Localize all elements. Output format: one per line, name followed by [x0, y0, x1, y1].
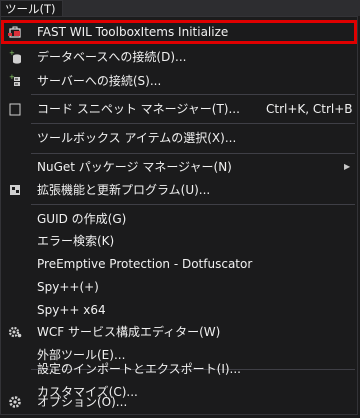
menu-item-label: WCF サービス構成エディター(W)	[37, 325, 221, 339]
menu-item-nuget-package-manager[interactable]: NuGet パッケージ マネージャー(N) ▶	[1, 155, 357, 179]
submenu-arrow-icon: ▶	[344, 162, 351, 171]
menu-item-extensions-updates[interactable]: 拡張機能と更新プログラム(U)...	[1, 178, 357, 202]
menu-item-spy-plus-plus[interactable]: Spy++(+)	[1, 275, 357, 299]
menu-item-import-export-settings[interactable]: 設定のインポートとエクスポート(I)...	[1, 357, 357, 381]
menu-item-spy-plus-plus-x64[interactable]: Spy++ x64	[1, 298, 357, 322]
menu-item-label: FAST WIL ToolboxItems Initialize	[37, 25, 229, 39]
menu-item-error-lookup[interactable]: エラー検索(K)	[1, 229, 357, 253]
menu-separator	[31, 94, 355, 95]
menu-separator	[31, 153, 355, 154]
menu-separator	[31, 204, 355, 205]
snippet-icon	[7, 101, 23, 117]
menu-item-label: Spy++ x64	[37, 303, 106, 317]
menu-item-label: サーバーへの接続(S)...	[37, 74, 162, 88]
menu-item-choose-toolbox-items[interactable]: ツールボックス アイテムの選択(X)...	[1, 126, 357, 150]
server-connect-icon: +	[7, 73, 23, 89]
menu-separator	[31, 123, 355, 124]
menu-item-label: Spy++(+)	[37, 280, 99, 294]
menu-item-code-snippets-manager[interactable]: コード スニペット マネージャー(T)... Ctrl+K, Ctrl+B	[1, 97, 357, 121]
menu-item-label: 拡張機能と更新プログラム(U)...	[37, 183, 211, 197]
menu-item-wcf-config-editor[interactable]: WCF サービス構成エディター(W)	[1, 320, 357, 344]
extensions-icon	[7, 182, 23, 198]
menu-item-create-guid[interactable]: GUID の作成(G)	[1, 207, 357, 231]
menu-item-fast-wil-initialize[interactable]: FAST WIL ToolboxItems Initialize	[1, 20, 357, 44]
menu-item-label: オプション(O)...	[37, 395, 128, 409]
tools-menu[interactable]: ツール(T)	[0, 0, 63, 16]
options-gear-icon	[7, 394, 23, 410]
menu-item-label: NuGet パッケージ マネージャー(N)	[37, 160, 232, 174]
menu-item-label: GUID の作成(G)	[37, 212, 127, 226]
toolbox-plugin-icon	[7, 24, 23, 40]
tools-dropdown: FAST WIL ToolboxItems Initialize + データベー…	[0, 16, 358, 415]
menu-item-connect-server[interactable]: + サーバーへの接続(S)...	[1, 69, 357, 93]
menu-item-label: データベースへの接続(D)...	[37, 50, 187, 64]
menu-item-connect-database[interactable]: + データベースへの接続(D)...	[1, 45, 357, 69]
menu-item-label: エラー検索(K)	[37, 234, 115, 248]
database-connect-icon: +	[7, 49, 23, 65]
menu-item-label: 設定のインポートとエクスポート(I)...	[37, 362, 241, 376]
menu-item-label: PreEmptive Protection - Dotfuscator	[37, 257, 253, 271]
menu-item-options[interactable]: オプション(O)...	[1, 390, 357, 414]
menu-bar: ツール(T)	[0, 0, 360, 16]
wcf-gear-icon	[7, 324, 23, 340]
menu-item-label: ツールボックス アイテムの選択(X)...	[37, 131, 237, 145]
menu-item-preemptive-dotfuscator[interactable]: PreEmptive Protection - Dotfuscator	[1, 252, 357, 276]
menu-item-shortcut: Ctrl+K, Ctrl+B	[266, 102, 353, 116]
menu-item-label: コード スニペット マネージャー(T)...	[37, 102, 240, 116]
